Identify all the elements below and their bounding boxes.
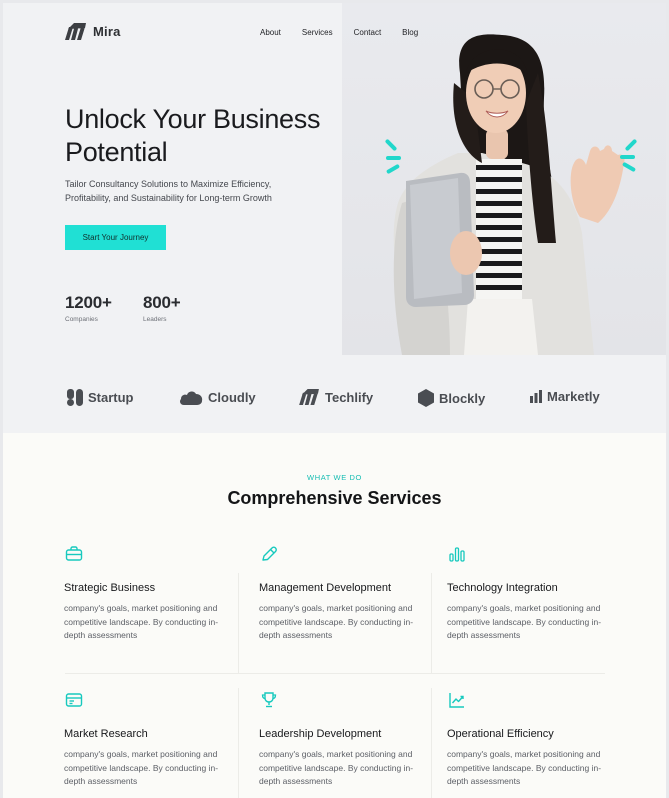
service-card[interactable]: Leadership Development company's goals, …: [259, 690, 429, 789]
service-card[interactable]: Management Development company's goals, …: [259, 544, 429, 643]
divider: [431, 573, 432, 673]
service-card[interactable]: Strategic Business company's goals, mark…: [64, 544, 234, 643]
line-chart-icon: [449, 693, 464, 708]
brand-name: Cloudly: [208, 389, 256, 405]
service-card[interactable]: Operational Efficiency company's goals, …: [447, 690, 617, 789]
businesswoman-illustration: [385, 34, 637, 355]
brand-name: Techlify: [325, 389, 374, 405]
brand-startup: Startup: [67, 389, 134, 406]
brand-marketly: Marketly: [530, 389, 600, 404]
nav-about[interactable]: About: [260, 28, 281, 37]
briefcase-icon: [65, 546, 83, 561]
service-title: Operational Efficiency: [447, 728, 554, 740]
hero-photo: [342, 3, 666, 355]
hero-title: Unlock Your Business Potential: [65, 104, 321, 167]
service-title: Market Research: [64, 728, 148, 740]
partner-logos: Startup Cloudly Techlify Blockly Marketl…: [3, 355, 666, 433]
service-description: company's goals, market positioning and …: [447, 749, 602, 787]
divider: [431, 688, 432, 798]
service-title: Strategic Business: [64, 582, 156, 594]
brand-cloudly: Cloudly: [179, 389, 256, 405]
stat-label: Leaders: [143, 316, 167, 323]
stat-leaders: 800+ Leaders: [143, 293, 181, 323]
landing-page: Mira About Services Contact Blog Unlock …: [3, 3, 666, 798]
bar-chart-icon: [449, 547, 465, 562]
brand-blockly: Blockly: [418, 389, 485, 407]
hero-section: Mira About Services Contact Blog Unlock …: [3, 3, 666, 355]
sparkle-left-icon: [385, 139, 401, 174]
divider: [238, 573, 239, 673]
startup-logo-icon: [67, 389, 83, 406]
service-description: company's goals, market positioning and …: [259, 603, 414, 641]
start-journey-button[interactable]: Start Your Journey: [65, 225, 166, 250]
brand-name: Mira: [93, 24, 121, 39]
service-card[interactable]: Market Research company's goals, market …: [64, 690, 234, 789]
pen-icon: [262, 546, 277, 561]
nav-blog[interactable]: Blog: [402, 28, 418, 37]
bar-chart-logo-icon: [530, 390, 542, 403]
stat-companies: 1200+ Companies: [65, 293, 112, 323]
hero-subtitle: Tailor Consultancy Solutions to Maximize…: [65, 179, 272, 203]
brand-name: Blockly: [439, 390, 486, 406]
stat-value: 1200+: [65, 293, 112, 312]
brand-techlify: Techlify: [299, 389, 373, 405]
service-description: company's goals, market positioning and …: [447, 603, 602, 641]
section-eyebrow: WHAT WE DO: [307, 473, 362, 482]
service-title: Technology Integration: [447, 582, 558, 594]
brand-name: Startup: [88, 390, 134, 405]
divider: [238, 688, 239, 798]
browser-window-icon: [65, 693, 83, 707]
main-nav: About Services Contact Blog: [260, 28, 418, 37]
nav-services[interactable]: Services: [302, 28, 333, 37]
brand-logo[interactable]: Mira: [65, 23, 121, 40]
stat-label: Companies: [65, 316, 98, 323]
service-description: company's goals, market positioning and …: [64, 603, 219, 641]
service-description: company's goals, market positioning and …: [64, 749, 219, 787]
techlify-logo-icon: [299, 389, 319, 405]
nav-contact[interactable]: Contact: [354, 28, 382, 37]
trophy-icon: [261, 692, 277, 708]
mira-logo-icon: [65, 23, 86, 40]
divider: [65, 673, 605, 674]
services-title: Comprehensive Services: [227, 488, 442, 508]
cloud-logo-icon: [180, 391, 203, 405]
service-card[interactable]: Technology Integration company's goals, …: [447, 544, 617, 643]
service-description: company's goals, market positioning and …: [259, 749, 414, 787]
stat-value: 800+: [143, 293, 181, 312]
service-title: Leadership Development: [259, 728, 382, 740]
hexagon-logo-icon: [418, 389, 434, 407]
service-title: Management Development: [259, 582, 392, 594]
brand-name: Marketly: [547, 389, 600, 404]
